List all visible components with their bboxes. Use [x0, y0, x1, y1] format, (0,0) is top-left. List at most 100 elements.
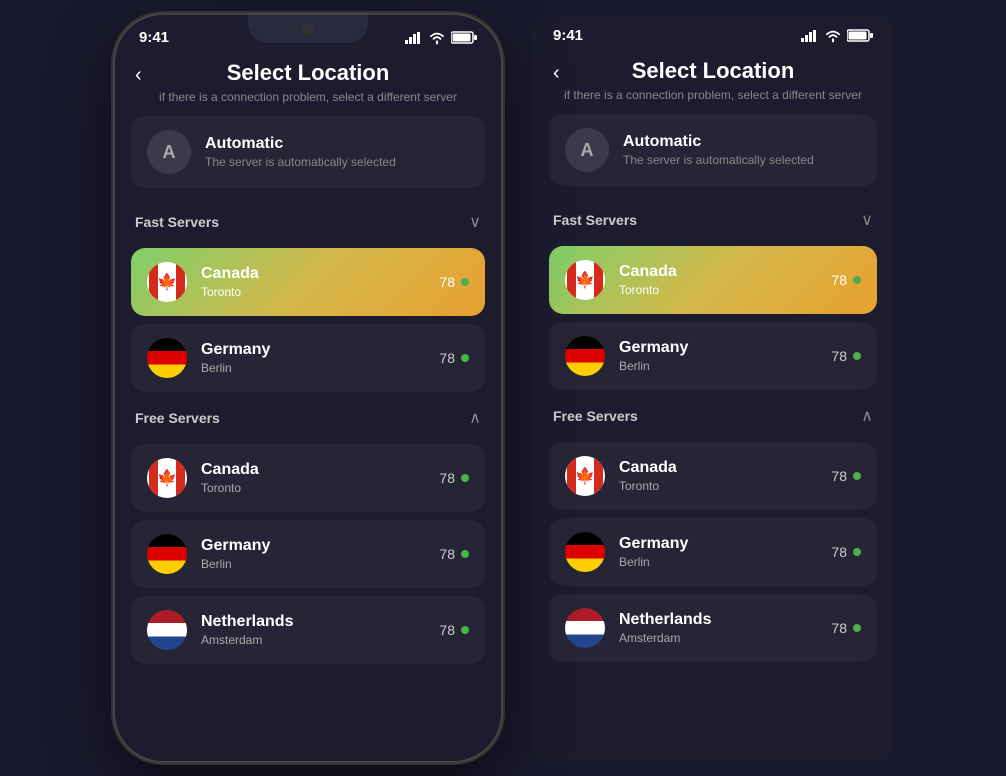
fast-servers-header: Fast Servers ∨	[131, 204, 485, 240]
flat-free-netherlands-status-dot	[853, 624, 861, 632]
free-canada-status-dot	[461, 474, 469, 482]
canada-name: Canada	[201, 265, 425, 283]
automatic-card[interactable]: A Automatic The server is automatically …	[131, 116, 485, 188]
flat-free-servers-header: Free Servers ∧	[549, 398, 877, 434]
battery-icon	[451, 31, 477, 44]
free-server-canada[interactable]: 🍁 Canada Toronto 78	[131, 444, 485, 512]
flat-canada-name: Canada	[619, 263, 817, 281]
phone-camera	[302, 23, 314, 35]
germany-city: Berlin	[201, 361, 425, 375]
flat-free-netherlands-city: Amsterdam	[619, 631, 817, 645]
flat-screen: 9:41 ‹ Select Location	[533, 13, 893, 763]
flat-free-netherlands-info: Netherlands Amsterdam	[619, 611, 817, 645]
free-server-germany[interactable]: Germany Berlin 78	[131, 520, 485, 588]
flat-status-bar: 9:41	[533, 13, 893, 50]
free-canada-city: Toronto	[201, 481, 425, 495]
free-netherlands-city: Amsterdam	[201, 633, 425, 647]
germany-stats: 78	[439, 350, 469, 366]
flat-page-title: Select Location	[632, 58, 795, 84]
free-servers-header: Free Servers ∧	[131, 400, 485, 436]
germany-info: Germany Berlin	[201, 341, 425, 375]
fast-servers-chevron[interactable]: ∨	[469, 212, 481, 232]
free-netherlands-score: 78	[439, 622, 455, 638]
flat-free-netherlands-score: 78	[831, 620, 847, 636]
phone-notch	[248, 15, 368, 43]
flat-canada-score: 78	[831, 272, 847, 288]
svg-text:🍁: 🍁	[157, 272, 177, 291]
flat-signal-icon	[801, 30, 819, 42]
free-netherlands-name: Netherlands	[201, 613, 425, 631]
fast-server-germany[interactable]: Germany Berlin 78	[131, 324, 485, 392]
wifi-icon	[428, 31, 446, 45]
flat-header-subtitle: if there is a connection problem, select…	[564, 88, 862, 102]
auto-name: Automatic	[205, 135, 396, 153]
svg-text:🍁: 🍁	[157, 468, 177, 487]
free-netherlands-flag	[147, 610, 187, 650]
flat-free-netherlands-stats: 78	[831, 620, 861, 636]
flat-free-canada-score: 78	[831, 468, 847, 484]
flat-fast-servers-chevron[interactable]: ∨	[861, 210, 873, 230]
flat-free-canada-status-dot	[853, 472, 861, 480]
app-header: ‹ Select Location if there is a connecti…	[131, 52, 485, 116]
auto-avatar: A	[147, 130, 191, 174]
free-germany-flag	[147, 534, 187, 574]
free-canada-info: Canada Toronto	[201, 461, 425, 495]
canada-status-dot	[461, 278, 469, 286]
flat-free-netherlands-flag	[565, 608, 605, 648]
flat-fast-server-germany[interactable]: Germany Berlin 78	[549, 322, 877, 390]
flat-automatic-card[interactable]: A Automatic The server is automatically …	[549, 114, 877, 186]
free-germany-stats: 78	[439, 546, 469, 562]
flat-free-canada-name: Canada	[619, 459, 817, 477]
flat-canada-flag: 🍁	[565, 260, 605, 300]
flat-free-germany-city: Berlin	[619, 555, 817, 569]
canada-score: 78	[439, 274, 455, 290]
back-button[interactable]: ‹	[131, 60, 146, 91]
flat-back-button[interactable]: ‹	[549, 58, 564, 89]
free-germany-city: Berlin	[201, 557, 425, 571]
header-subtitle: if there is a connection problem, select…	[159, 90, 457, 104]
flat-germany-city: Berlin	[619, 359, 817, 373]
flat-canada-info: Canada Toronto	[619, 263, 817, 297]
canada-city: Toronto	[201, 285, 425, 299]
flat-fast-server-canada[interactable]: 🍁 Canada Toronto 78	[549, 246, 877, 314]
free-canada-name: Canada	[201, 461, 425, 479]
canada-flag: 🍁	[147, 262, 187, 302]
flat-free-servers-chevron[interactable]: ∧	[861, 406, 873, 426]
flat-auto-name: Automatic	[623, 133, 814, 151]
germany-flag	[147, 338, 187, 378]
germany-score: 78	[439, 350, 455, 366]
free-server-netherlands[interactable]: Netherlands Amsterdam 78	[131, 596, 485, 664]
flat-auto-avatar: A	[565, 128, 609, 172]
flat-germany-name: Germany	[619, 339, 817, 357]
flat-battery-icon	[847, 29, 873, 42]
flat-free-servers-title: Free Servers	[553, 408, 638, 424]
flat-content: ‹ Select Location if there is a connecti…	[533, 50, 893, 763]
flat-header: ‹ Select Location if there is a connecti…	[549, 50, 877, 114]
free-servers-chevron[interactable]: ∧	[469, 408, 481, 428]
free-germany-name: Germany	[201, 537, 425, 555]
flat-free-server-netherlands[interactable]: Netherlands Amsterdam 78	[549, 594, 877, 662]
page-title: Select Location	[227, 60, 390, 86]
free-netherlands-status-dot	[461, 626, 469, 634]
flat-free-server-germany[interactable]: Germany Berlin 78	[549, 518, 877, 586]
free-canada-flag: 🍁	[147, 458, 187, 498]
flat-germany-info: Germany Berlin	[619, 339, 817, 373]
flat-free-server-canada[interactable]: 🍁 Canada Toronto 78	[549, 442, 877, 510]
flat-germany-score: 78	[831, 348, 847, 364]
svg-text:🍁: 🍁	[575, 270, 595, 289]
flat-canada-status-dot	[853, 276, 861, 284]
flat-free-netherlands-name: Netherlands	[619, 611, 817, 629]
canada-info: Canada Toronto	[201, 265, 425, 299]
flat-free-germany-stats: 78	[831, 544, 861, 560]
flat-status-icons	[801, 29, 873, 43]
flat-fast-servers-title: Fast Servers	[553, 212, 637, 228]
auto-desc: The server is automatically selected	[205, 155, 396, 169]
flat-auto-text: Automatic The server is automatically se…	[623, 133, 814, 167]
flat-free-canada-stats: 78	[831, 468, 861, 484]
free-germany-score: 78	[439, 546, 455, 562]
fast-servers-title: Fast Servers	[135, 214, 219, 230]
canada-stats: 78	[439, 274, 469, 290]
fast-server-canada[interactable]: 🍁 Canada Toronto 78	[131, 248, 485, 316]
germany-status-dot	[461, 354, 469, 362]
flat-free-germany-info: Germany Berlin	[619, 535, 817, 569]
